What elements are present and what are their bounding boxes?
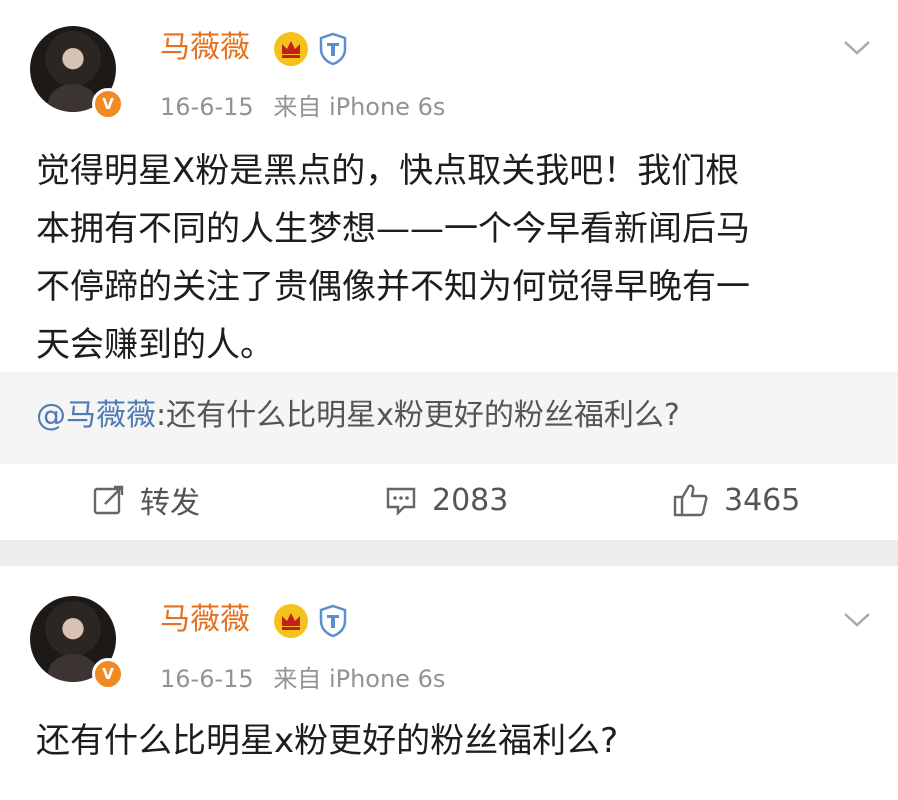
verified-badge-icon: V [92,88,124,120]
post-meta: 16-6-15 来自 iPhone 6s [160,92,445,122]
repost-icon [92,483,126,517]
author-name[interactable]: 马薇薇 [160,30,250,66]
quoted-text: :还有什么比明星x粉更好的粉丝福利么? [156,398,680,433]
post-text-line: 还有什么比明星x粉更好的粉丝福利么? [36,721,619,761]
weibo-post: V 马薇薇 16-6-15 来自 iPhone 6s 还有什么比明星x粉更好的粉… [0,566,898,800]
post-divider [0,540,898,566]
crown-icon[interactable] [274,32,308,66]
post-text: 还有什么比明星x粉更好的粉丝福利么? [36,712,862,770]
post-date: 16-6-15 [160,93,254,121]
post-text-line: 不停蹄的关注了贵偶像并不知为何觉得早晚有一 [36,267,750,307]
quoted-post[interactable]: @马薇薇:还有什么比明星x粉更好的粉丝福利么? [0,372,898,464]
weibo-post: V 马薇薇 16-6-15 来自 iPhone 6s 觉得明星X粉是黑点的，快点… [0,0,898,540]
comment-count: 2083 [432,482,509,518]
post-text-line: 本拥有不同的人生梦想——一个今早看新闻后马 [36,209,750,249]
post-meta: 16-6-15 来自 iPhone 6s [160,664,445,694]
like-button[interactable]: 3465 [672,474,800,526]
thumbs-up-icon [672,482,710,518]
comment-icon [384,483,418,517]
author-name[interactable]: 马薇薇 [160,602,250,638]
chevron-down-icon[interactable] [840,36,874,60]
chevron-down-icon[interactable] [840,608,874,632]
crown-icon[interactable] [274,604,308,638]
post-source[interactable]: 来自 iPhone 6s [273,93,445,121]
shield-badge-icon[interactable] [318,32,348,66]
like-count: 3465 [724,482,801,518]
post-date: 16-6-15 [160,665,254,693]
shield-badge-icon[interactable] [318,604,348,638]
repost-button[interactable]: 转发 [92,474,200,526]
repost-label: 转发 [140,486,200,521]
post-text: 觉得明星X粉是黑点的，快点取关我吧！我们根 本拥有不同的人生梦想——一个今早看新… [36,142,862,374]
comment-button[interactable]: 2083 [384,474,508,526]
verified-badge-icon: V [92,658,124,690]
post-text-line: 觉得明星X粉是黑点的，快点取关我吧！我们根 [36,151,740,191]
post-text-line: 天会赚到的人。 [36,325,274,365]
post-source[interactable]: 来自 iPhone 6s [273,665,445,693]
mention-link[interactable]: @马薇薇 [36,398,156,433]
